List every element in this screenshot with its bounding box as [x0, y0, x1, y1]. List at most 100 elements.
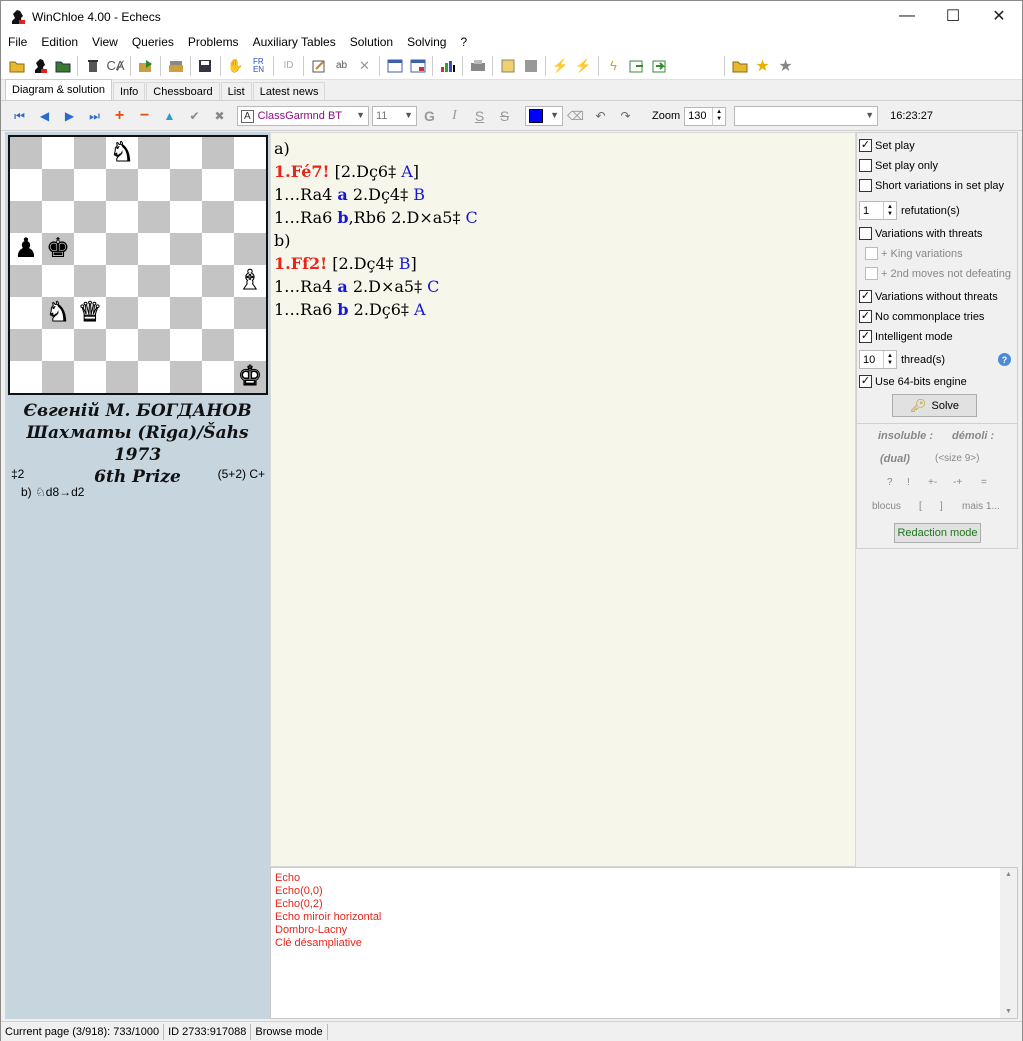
square-e4[interactable] — [138, 265, 170, 297]
square-c5[interactable] — [74, 233, 106, 265]
spellcheck-icon[interactable]: ab — [330, 55, 353, 77]
square-h3[interactable] — [234, 297, 266, 329]
list-item[interactable]: Echo — [271, 872, 1017, 885]
square-b5[interactable]: ♚ — [42, 233, 74, 265]
tab-latest-news[interactable]: Latest news — [252, 82, 326, 100]
minus-plus-button[interactable]: -+ — [953, 477, 962, 488]
undo-icon[interactable]: ↶ — [588, 105, 613, 127]
square-d3[interactable] — [106, 297, 138, 329]
print-icon[interactable] — [466, 55, 489, 77]
double-lightning-icon[interactable]: ϟ — [602, 55, 625, 77]
square-h1[interactable]: ♚ — [234, 361, 266, 393]
solution-editor[interactable]: a) 1.Fé7! [2.Dç6‡ A] 1…Ra4 a 2.Dç4‡ B 1…Ra6… — [270, 132, 856, 867]
square-f3[interactable] — [170, 297, 202, 329]
bold-button[interactable]: G — [417, 105, 442, 127]
square-g4[interactable] — [202, 265, 234, 297]
list-item[interactable]: Clé désampliative — [271, 937, 1017, 950]
folder-save-icon[interactable] — [51, 55, 74, 77]
square-a3[interactable] — [10, 297, 42, 329]
square-c7[interactable] — [74, 169, 106, 201]
right-bracket-button[interactable]: ] — [940, 501, 943, 512]
window-icon[interactable] — [383, 55, 406, 77]
white-piece-icon[interactable]: ♞ — [109, 137, 134, 169]
square-f1[interactable] — [170, 361, 202, 393]
remove-record-icon[interactable]: − — [132, 105, 157, 127]
equal-button[interactable]: = — [981, 477, 987, 488]
square-f5[interactable] — [170, 233, 202, 265]
set-play-option[interactable]: ✓ Set play — [859, 139, 915, 152]
square-e8[interactable] — [138, 137, 170, 169]
set-play-only-option[interactable]: Set play only — [859, 159, 938, 172]
chessboard[interactable]: ♞ ♟ ♚ ♝ ♞ ♛ ♚ — [8, 135, 268, 395]
maximize-button[interactable]: ☐ — [930, 1, 976, 31]
export-green-icon[interactable] — [625, 55, 648, 77]
menu-file[interactable]: File — [1, 35, 34, 49]
square-c4[interactable] — [74, 265, 106, 297]
menu-solving[interactable]: Solving — [400, 35, 453, 49]
square-h6[interactable] — [234, 201, 266, 233]
square-b6[interactable] — [42, 201, 74, 233]
size-button[interactable]: (<size 9>) — [935, 453, 979, 464]
color-select[interactable]: ▼ — [525, 106, 563, 126]
square-d8[interactable]: ♞ — [106, 137, 138, 169]
checkbox-checked-icon[interactable]: ✓ — [859, 330, 872, 343]
save-multi-icon[interactable] — [194, 55, 217, 77]
square-b8[interactable] — [42, 137, 74, 169]
add-record-icon[interactable]: + — [107, 105, 132, 127]
demoli-button[interactable]: démoli : — [952, 430, 994, 442]
square-b2[interactable] — [42, 329, 74, 361]
square-d1[interactable] — [106, 361, 138, 393]
font-size-select[interactable]: 11 ▼ — [372, 106, 417, 126]
theme-log-panel[interactable]: Echo Echo(0,0) Echo(0,2) Echo miroir hor… — [270, 867, 1018, 1019]
menu-auxiliary-tables[interactable]: Auxiliary Tables — [246, 35, 343, 49]
square-e6[interactable] — [138, 201, 170, 233]
scroll-up-icon[interactable]: ▲ — [1000, 871, 1017, 878]
square-b1[interactable] — [42, 361, 74, 393]
square-a2[interactable] — [10, 329, 42, 361]
menu-edition[interactable]: Edition — [34, 35, 85, 49]
short-variations-option[interactable]: Short variations in set play — [859, 179, 1004, 192]
underline-button[interactable]: S — [467, 105, 492, 127]
previous-record-icon[interactable]: ◀ — [32, 105, 57, 127]
engine64-option[interactable]: ✓ Use 64-bits engine — [859, 375, 967, 388]
threads-spinner[interactable]: 10 ▲ ▼ — [859, 350, 897, 369]
left-bracket-button[interactable]: [ — [919, 501, 922, 512]
square-g1[interactable] — [202, 361, 234, 393]
menu-problems[interactable]: Problems — [181, 35, 246, 49]
checkbox-unchecked-icon[interactable] — [859, 227, 872, 240]
square-g5[interactable] — [202, 233, 234, 265]
square-c6[interactable] — [74, 201, 106, 233]
list-item[interactable]: Echo(0,0) — [271, 885, 1017, 898]
menu-queries[interactable]: Queries — [125, 35, 181, 49]
square-b3[interactable]: ♞ — [42, 297, 74, 329]
black-piece-icon[interactable]: ♟ — [14, 233, 38, 265]
italic-button[interactable]: I — [442, 105, 467, 127]
mais-button[interactable]: mais 1... — [962, 501, 1000, 512]
strikethrough-button[interactable]: S — [492, 105, 517, 127]
list-item[interactable]: Echo miroir horizontal — [271, 911, 1017, 924]
square-d6[interactable] — [106, 201, 138, 233]
plus-minus-button[interactable]: +- — [928, 477, 937, 488]
tab-info[interactable]: Info — [112, 82, 146, 100]
next-record-icon[interactable]: ▶ — [57, 105, 82, 127]
notes-icon[interactable] — [496, 55, 519, 77]
help-icon[interactable]: ? — [998, 353, 1011, 366]
statistics-chart-icon[interactable] — [436, 55, 459, 77]
white-piece-icon[interactable]: ♛ — [77, 297, 102, 329]
checkbox-unchecked-icon[interactable] — [859, 159, 872, 172]
square-h7[interactable] — [234, 169, 266, 201]
square-c3[interactable]: ♛ — [74, 297, 106, 329]
scroll-down-icon[interactable]: ▼ — [1000, 1008, 1017, 1015]
menu-help[interactable]: ? — [453, 35, 474, 49]
square-b4[interactable] — [42, 265, 74, 297]
last-record-icon[interactable]: ⏭ — [82, 105, 107, 127]
list-item[interactable]: Dombro-Lacny — [271, 924, 1017, 937]
no-commonplace-option[interactable]: ✓ No commonplace tries — [859, 310, 984, 323]
square-a6[interactable] — [10, 201, 42, 233]
square-a7[interactable] — [10, 169, 42, 201]
square-c8[interactable] — [74, 137, 106, 169]
edit-up-icon[interactable]: ▲ — [157, 105, 182, 127]
square-d4[interactable] — [106, 265, 138, 297]
redo-icon[interactable]: ↷ — [613, 105, 638, 127]
translate-fr-en-icon[interactable]: FR EN — [247, 55, 270, 77]
